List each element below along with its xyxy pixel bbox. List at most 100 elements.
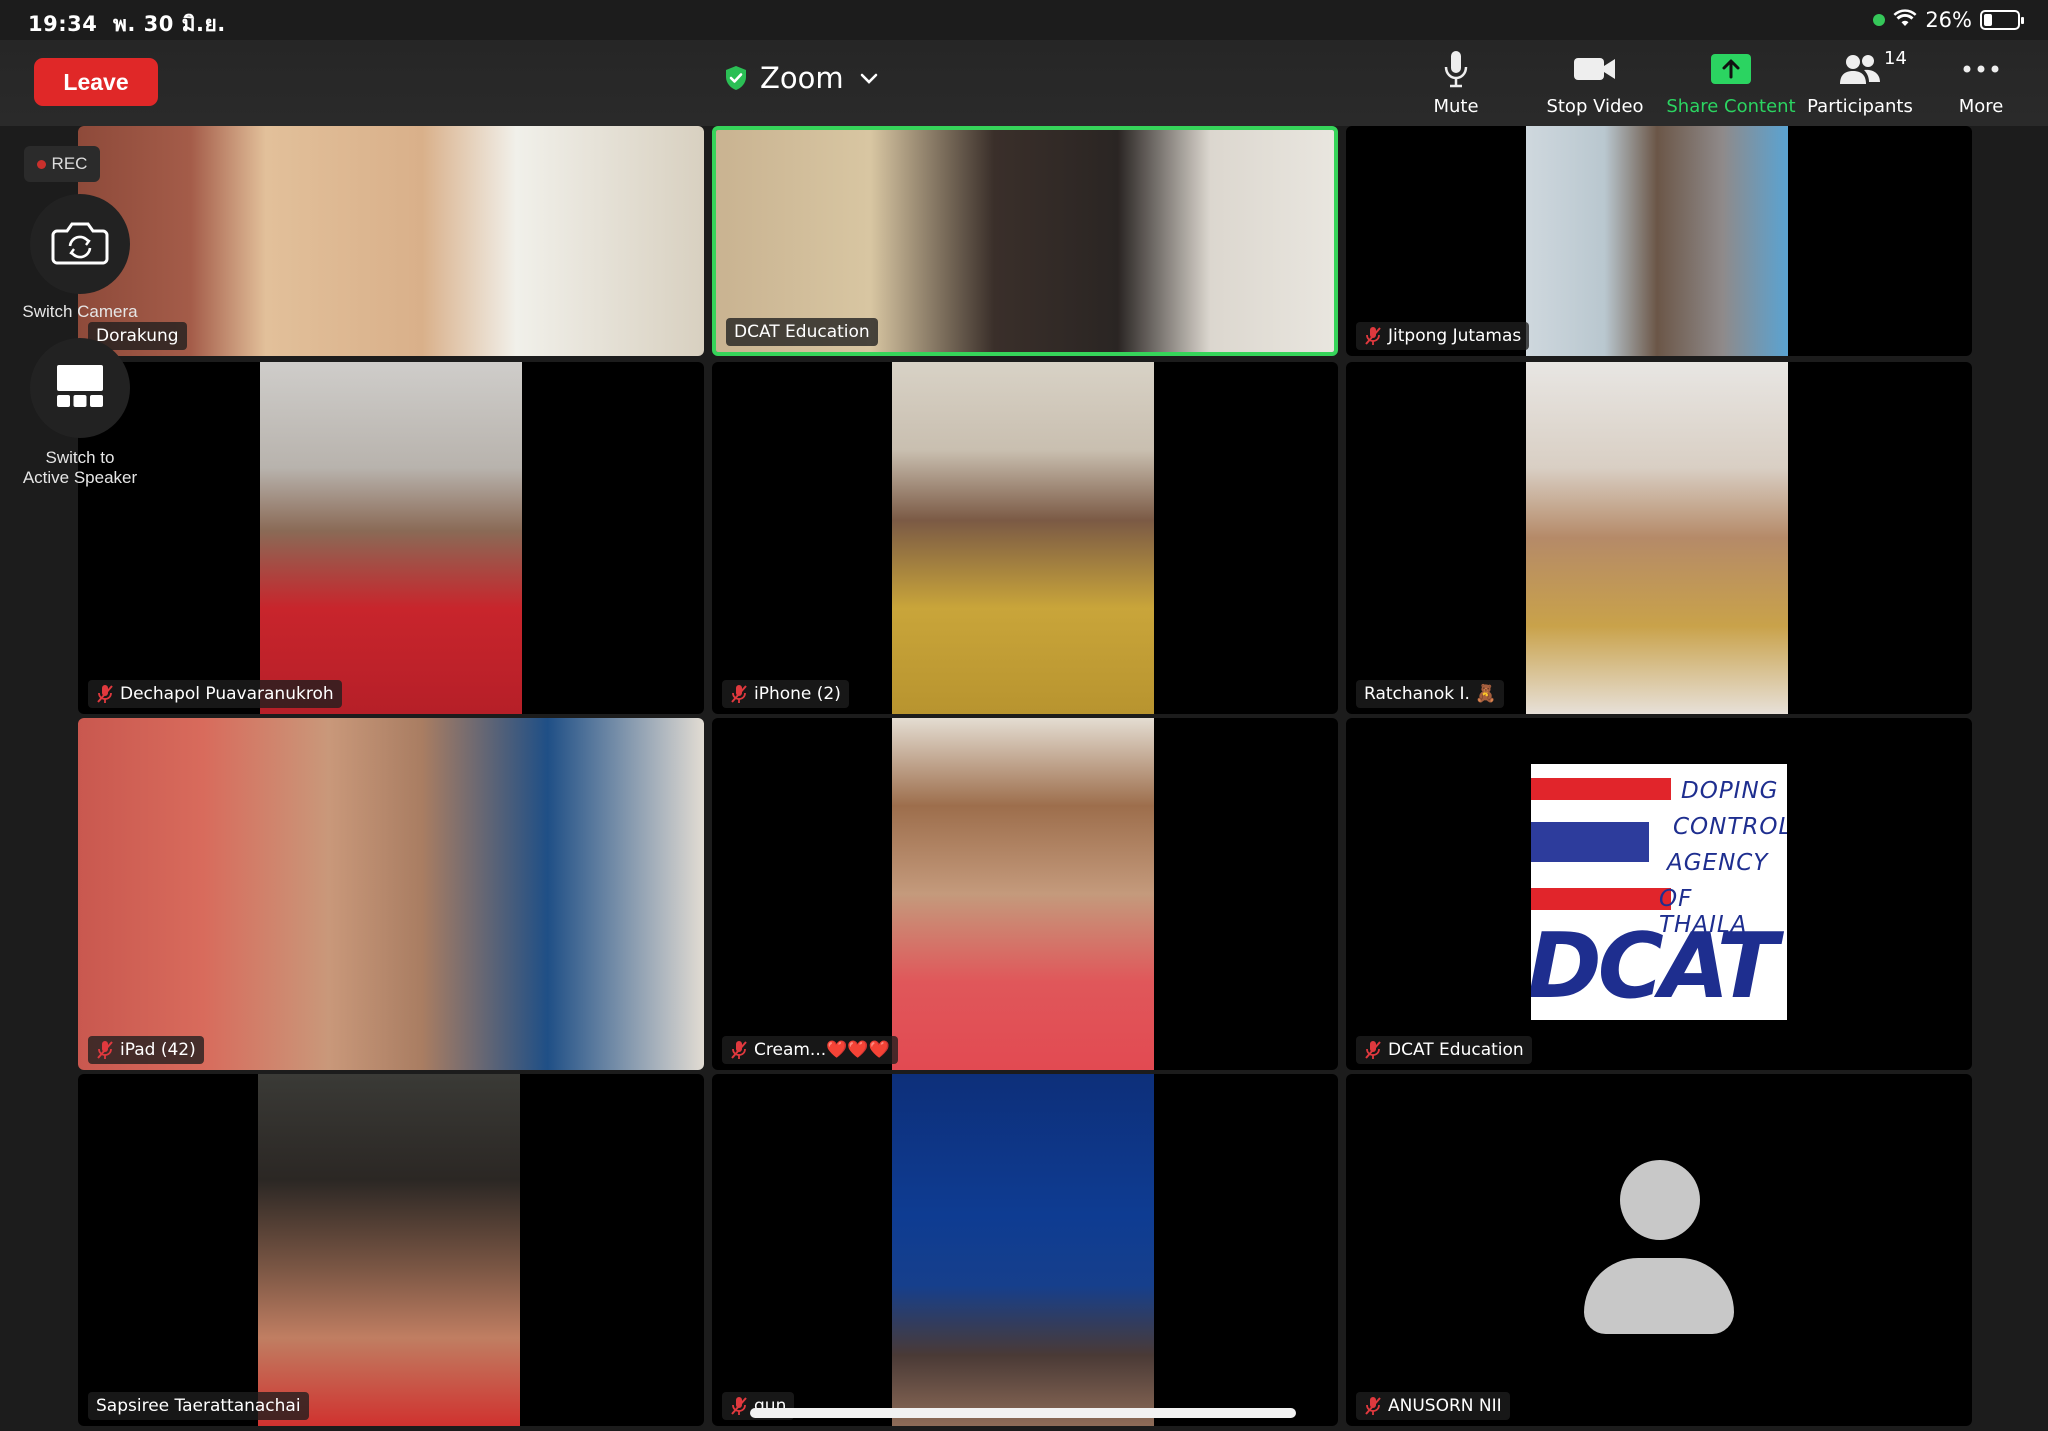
participant-name-tag: iPad (42) <box>88 1036 204 1064</box>
participant-name-tag: iPhone (2) <box>722 680 849 708</box>
muted-microphone-icon <box>1365 1041 1381 1059</box>
video-tile[interactable]: gun <box>712 1074 1338 1426</box>
mute-label: Mute <box>1433 96 1479 117</box>
video-tile[interactable]: iPhone (2) <box>712 362 1338 714</box>
wifi-icon <box>1893 8 1917 32</box>
participant-name-tag: Jitpong Jutamas <box>1356 322 1530 350</box>
status-time: 19:34 <box>28 12 98 36</box>
participant-video <box>892 718 1154 1070</box>
participants-icon <box>1838 48 1882 90</box>
video-camera-icon <box>1573 48 1617 90</box>
switch-speaker-label-line2: Active Speaker <box>22 468 138 487</box>
switch-speaker-label: Switch to Active Speaker <box>0 448 160 488</box>
participant-name: iPad (42) <box>120 1040 196 1060</box>
status-bar: 19:34 พ. 30 มิ.ย. 26% <box>0 0 2048 40</box>
logo-text-line: AGENCY <box>1667 850 1769 876</box>
participant-video <box>1526 362 1788 714</box>
stop-video-button[interactable]: Stop Video <box>1542 48 1648 124</box>
microphone-icon <box>1443 48 1469 90</box>
camera-switch-icon <box>51 219 109 270</box>
battery-level <box>1984 14 1993 26</box>
participants-label: Participants <box>1807 96 1913 117</box>
zoom-meeting-screen: 19:34 พ. 30 มิ.ย. 26% Leave Zoom Mute St… <box>0 0 2048 1431</box>
muted-microphone-icon <box>731 1041 747 1059</box>
muted-microphone-icon <box>731 685 747 703</box>
participant-name: Cream...❤️❤️❤️ <box>754 1040 890 1060</box>
participant-name-tag: Cream...❤️❤️❤️ <box>722 1036 898 1064</box>
more-button[interactable]: More <box>1950 48 2012 124</box>
home-indicator[interactable] <box>750 1408 1296 1418</box>
share-content-label: Share Content <box>1666 96 1796 117</box>
video-tile[interactable]: Sapsiree Taerattanachai <box>78 1074 704 1426</box>
participant-video <box>258 1074 520 1426</box>
more-label: More <box>1958 96 2004 117</box>
video-tile[interactable]: Dechapol Puavaranukroh <box>78 362 704 714</box>
flag-stripe-red <box>1531 778 1671 800</box>
participant-name: Jitpong Jutamas <box>1388 326 1522 346</box>
participant-name: Sapsiree Taerattanachai <box>96 1396 301 1416</box>
flag-stripe-blue <box>1531 822 1649 862</box>
participant-video <box>892 1074 1154 1426</box>
meeting-title: Zoom <box>760 61 844 95</box>
flag-stripe-red <box>1531 888 1671 910</box>
recording-indicator: REC <box>24 146 100 182</box>
share-screen-icon <box>1710 48 1752 90</box>
avatar-body <box>1584 1258 1734 1334</box>
video-tile[interactable]: iPad (42) <box>78 718 704 1070</box>
shield-check-icon <box>724 65 748 91</box>
participant-name: Dechapol Puavaranukroh <box>120 684 334 704</box>
switch-speaker-label-line1: Switch to <box>45 448 115 467</box>
switch-to-active-speaker-button[interactable] <box>30 338 130 438</box>
video-tile[interactable]: Ratchanok I. 🧸 <box>1346 362 1972 714</box>
stop-video-label: Stop Video <box>1546 96 1644 117</box>
muted-microphone-icon <box>1365 1397 1381 1415</box>
participant-name-tag: DCAT Education <box>1356 1036 1532 1064</box>
mute-button[interactable]: Mute <box>1428 48 1484 124</box>
muted-microphone-icon <box>97 1041 113 1059</box>
participant-video <box>78 718 704 1070</box>
participant-name: DCAT Education <box>734 322 870 342</box>
muted-microphone-icon <box>1365 327 1381 345</box>
avatar-head <box>1620 1160 1700 1240</box>
participant-video <box>260 362 522 714</box>
video-tile[interactable]: Jitpong Jutamas <box>1346 126 1972 356</box>
participant-name: Ratchanok I. 🧸 <box>1364 684 1497 704</box>
participant-name: iPhone (2) <box>754 684 841 704</box>
rec-label: REC <box>51 154 88 173</box>
more-dots-icon <box>1961 48 2001 90</box>
participant-name-tag: Sapsiree Taerattanachai <box>88 1392 309 1420</box>
logo-big-text: DCAT <box>1531 914 1778 1019</box>
chevron-down-icon <box>860 66 878 90</box>
video-tile[interactable]: DOPING CONTROL AGENCY OF THAILA DCAT DCA… <box>1346 718 1972 1070</box>
participant-name-tag: Dechapol Puavaranukroh <box>88 680 342 708</box>
video-tile-active-speaker[interactable]: DCAT Education <box>712 126 1338 356</box>
participant-name: ANUSORN NII <box>1388 1396 1502 1416</box>
battery-icon <box>1980 10 2024 30</box>
video-tile[interactable]: Dorakung <box>78 126 704 356</box>
participant-video <box>892 362 1154 714</box>
share-content-button[interactable]: Share Content <box>1666 48 1796 124</box>
participant-video <box>1526 126 1788 356</box>
status-date: พ. 30 มิ.ย. <box>112 12 226 36</box>
status-time-date: 19:34 พ. 30 มิ.ย. <box>28 8 226 41</box>
participant-name: Dorakung <box>96 326 179 346</box>
participant-name-tag: Ratchanok I. 🧸 <box>1356 680 1505 708</box>
camera-in-use-indicator <box>1873 14 1886 26</box>
switch-camera-button[interactable] <box>30 194 130 294</box>
recording-dot <box>36 159 46 169</box>
speaker-view-icon <box>55 363 105 414</box>
participant-name: DCAT Education <box>1388 1040 1524 1060</box>
participants-count: 14 <box>1884 48 1907 69</box>
switch-camera-label: Switch Camera <box>22 302 138 321</box>
video-tile[interactable]: Cream...❤️❤️❤️ <box>712 718 1338 1070</box>
video-tile[interactable]: ANUSORN NII <box>1346 1074 1972 1426</box>
dcat-logo: DOPING CONTROL AGENCY OF THAILA DCAT <box>1531 764 1787 1020</box>
logo-text-line: DOPING <box>1681 778 1779 804</box>
leave-button[interactable]: Leave <box>34 58 158 106</box>
participant-name-tag: ANUSORN NII <box>1356 1392 1510 1420</box>
participant-name-tag: DCAT Education <box>726 318 878 346</box>
status-right: 26% <box>1873 8 2024 32</box>
meeting-title-dropdown[interactable]: Zoom <box>724 56 878 100</box>
muted-microphone-icon <box>97 685 113 703</box>
meeting-toolbar: Leave Zoom Mute Stop Video Share Content… <box>0 40 2048 126</box>
